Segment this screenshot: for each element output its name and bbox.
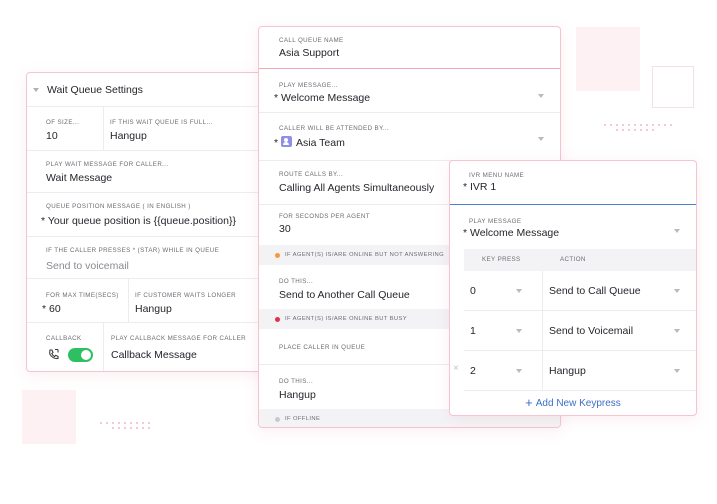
collapse-caret-icon[interactable] — [33, 87, 39, 92]
ivr-play-select[interactable]: * Welcome Message — [463, 226, 559, 240]
keypress-row: 1 Send to Voicemail — [464, 311, 696, 351]
do-this-select[interactable]: Send to Another Call Queue — [279, 288, 410, 302]
keypress-table-header: KEY PRESS ACTION — [464, 249, 696, 271]
keypress-row: × 2 Hangup — [453, 351, 696, 391]
do-this-2-label: DO THIS... — [279, 378, 314, 385]
attended-by-select[interactable]: * Asia Team — [274, 136, 389, 150]
max-time-row: FOR MAX TIME(SECS) * 60 IF CUSTOMER WAIT… — [27, 279, 265, 323]
grey-status-dot — [275, 416, 280, 422]
chevron-down-icon[interactable] — [516, 369, 522, 373]
chevron-down-icon[interactable] — [516, 289, 522, 293]
ivr-play-block: PLAY MESSAGE * Welcome Message — [450, 205, 696, 249]
key-select[interactable]: 0 — [470, 284, 476, 298]
call-queue-name-input[interactable]: Asia Support — [279, 46, 344, 60]
callback-msg-select[interactable]: Callback Message — [111, 348, 246, 362]
chevron-down-icon[interactable] — [674, 329, 680, 333]
call-queue-name-block: CALL QUEUE NAME Asia Support — [259, 27, 560, 69]
offline-label: IF OFFLINE — [285, 416, 321, 422]
decor-outline-square — [652, 66, 694, 108]
chevron-down-icon[interactable] — [674, 289, 680, 293]
decor-square-top-right — [576, 27, 640, 91]
not-answering-label: IF AGENT(S) IS/ARE ONLINE BUT NOT ANSWER… — [285, 252, 445, 258]
star-press-row: IF THE CALLER PRESSES * (STAR) WHILE IN … — [27, 237, 265, 279]
star-press-label: IF THE CALLER PRESSES * (STAR) WHILE IN … — [46, 247, 220, 254]
attended-by-label: CALLER WILL BE ATTENDED BY... — [279, 125, 390, 132]
route-calls-label: ROUTE CALLS BY... — [279, 171, 344, 178]
if-full-select[interactable]: Hangup — [110, 129, 213, 143]
chevron-down-icon[interactable] — [538, 137, 544, 141]
chevron-down-icon[interactable] — [516, 329, 522, 333]
chevron-down-icon[interactable] — [674, 369, 680, 373]
do-this-2-select[interactable]: Hangup — [279, 388, 316, 402]
play-wait-row: PLAY WAIT MESSAGE FOR CALLER... Wait Mes… — [27, 151, 265, 193]
action-header: ACTION — [560, 256, 586, 263]
play-wait-label: PLAY WAIT MESSAGE FOR CALLER... — [46, 161, 169, 168]
star-press-select[interactable]: Send to voicemail — [46, 259, 219, 273]
ivr-name-label: IVR MENU NAME — [469, 172, 525, 179]
of-size-input[interactable]: 10 — [46, 129, 79, 143]
max-time-label: FOR MAX TIME(SECS) — [46, 292, 119, 299]
do-this-label: DO THIS... — [279, 278, 314, 285]
max-time-input[interactable]: * 60 — [42, 302, 119, 316]
required-star: * — [274, 137, 279, 149]
busy-label: IF AGENT(S) IS/ARE ONLINE BUT BUSY — [285, 316, 408, 322]
attended-by-value: Asia Team — [296, 137, 345, 149]
callback-row: CALLBACK PLAY CALLBACK MESSAGE FOR CALLE… — [27, 323, 265, 371]
play-wait-select[interactable]: Wait Message — [46, 171, 169, 185]
decor-square-bottom-left — [22, 390, 76, 444]
wait-queue-title: Wait Queue Settings — [47, 83, 143, 96]
waits-longer-label: IF CUSTOMER WAITS LONGER — [135, 292, 237, 299]
route-calls-select[interactable]: Calling All Agents Simultaneously — [279, 181, 434, 195]
key-press-header: KEY PRESS — [482, 256, 521, 263]
add-keypress-button[interactable]: + Add New Keypress — [450, 393, 696, 411]
decor-dots-top — [604, 124, 676, 131]
place-in-queue-label: PLACE CALLER IN QUEUE — [279, 344, 366, 351]
call-queue-name-label: CALL QUEUE NAME — [279, 37, 344, 44]
if-full-label: IF THIS WAIT QUEUE IS FULL... — [110, 119, 213, 126]
queue-position-input[interactable]: * Your queue position is {{queue.positio… — [41, 214, 236, 228]
wait-queue-settings-panel: Wait Queue Settings OF SIZE... 10 IF THI… — [26, 72, 266, 372]
callback-label: CALLBACK — [46, 335, 82, 342]
seconds-per-agent-label: FOR SECONDS PER AGENT — [279, 213, 370, 220]
callback-phone-icon — [49, 348, 59, 360]
play-message-select[interactable]: * Welcome Message — [274, 91, 370, 105]
red-status-dot — [275, 316, 280, 322]
chevron-down-icon[interactable] — [538, 94, 544, 98]
remove-row-icon[interactable]: × — [453, 363, 459, 374]
ivr-name-input[interactable]: * IVR 1 — [463, 180, 524, 194]
callback-msg-label: PLAY CALLBACK MESSAGE FOR CALLER — [111, 335, 246, 342]
play-message-label: PLAY MESSAGE... — [279, 82, 338, 89]
of-size-label: OF SIZE... — [46, 119, 80, 126]
ivr-menu-panel: IVR MENU NAME * IVR 1 PLAY MESSAGE * Wel… — [449, 160, 697, 416]
plus-icon: + — [525, 395, 533, 410]
seconds-per-agent-input[interactable]: 30 — [279, 222, 370, 236]
ivr-play-label: PLAY MESSAGE — [469, 218, 522, 225]
decor-dots-bottom — [100, 422, 154, 429]
ivr-name-block: IVR MENU NAME * IVR 1 — [450, 161, 696, 205]
keypress-row: 0 Send to Call Queue — [464, 271, 696, 311]
key-select[interactable]: 1 — [470, 324, 476, 338]
orange-status-dot — [275, 252, 280, 258]
wait-queue-header[interactable]: Wait Queue Settings — [27, 73, 265, 107]
attended-by-block: CALLER WILL BE ATTENDED BY... * Asia Tea… — [259, 113, 560, 161]
play-message-block: PLAY MESSAGE... * Welcome Message — [259, 69, 560, 113]
add-keypress-label: Add New Keypress — [535, 398, 621, 409]
action-select[interactable]: Send to Voicemail — [549, 324, 633, 338]
action-select[interactable]: Hangup — [549, 364, 586, 378]
queue-size-row: OF SIZE... 10 IF THIS WAIT QUEUE IS FULL… — [27, 107, 265, 151]
action-select[interactable]: Send to Call Queue — [549, 284, 641, 298]
callback-toggle[interactable] — [68, 348, 93, 362]
key-select[interactable]: 2 — [470, 364, 476, 378]
chevron-down-icon[interactable] — [674, 229, 680, 233]
team-icon — [281, 136, 293, 147]
queue-position-row: QUEUE POSITION MESSAGE ( IN ENGLISH ) * … — [27, 193, 265, 237]
queue-position-label: QUEUE POSITION MESSAGE ( IN ENGLISH ) — [46, 203, 191, 210]
waits-longer-select[interactable]: Hangup — [135, 302, 236, 316]
